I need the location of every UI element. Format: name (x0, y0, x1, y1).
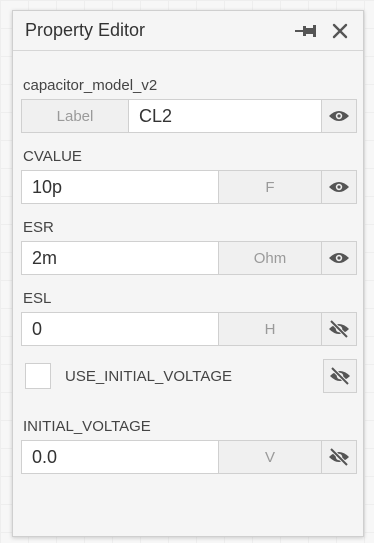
initial-voltage-input[interactable]: 0.0 (22, 441, 219, 473)
param-name-initial-voltage: INITIAL_VOLTAGE (23, 418, 151, 435)
label-caption: Label (22, 100, 129, 132)
pin-icon (295, 24, 316, 37)
esl-input[interactable]: 0 (22, 313, 219, 345)
eye-off-icon (330, 367, 350, 385)
param-row-initial-voltage: 0.0 V (21, 440, 357, 474)
eye-off-icon (329, 320, 349, 338)
initial-voltage-visibility-toggle[interactable] (322, 441, 356, 473)
eye-icon (329, 111, 349, 121)
param-name-esr: ESR (23, 219, 54, 236)
param-name-esl: ESL (23, 290, 52, 307)
initial-voltage-unit: V (219, 441, 322, 473)
param-name-cvalue: CVALUE (23, 148, 82, 165)
pin-button[interactable] (289, 16, 323, 46)
model-name: capacitor_model_v2 (23, 77, 158, 94)
cvalue-unit: F (219, 171, 322, 203)
cvalue-input[interactable]: 10p (22, 171, 219, 203)
panel-title: Property Editor (25, 20, 146, 40)
eye-icon (329, 253, 349, 263)
esr-visibility-toggle[interactable] (322, 242, 356, 274)
use-initial-voltage-visibility-toggle[interactable] (323, 359, 357, 393)
eye-off-icon (329, 448, 349, 466)
panel-titlebar: Property Editor (13, 11, 363, 51)
esl-visibility-toggle[interactable] (322, 313, 356, 345)
esr-unit: Ohm (219, 242, 322, 274)
label-row: Label CL2 (21, 99, 357, 133)
use-initial-voltage-checkbox[interactable] (25, 363, 51, 389)
close-icon (332, 23, 348, 38)
param-row-esl: 0 H (21, 312, 357, 346)
label-visibility-toggle[interactable] (322, 100, 356, 132)
label-value-field[interactable]: CL2 (129, 100, 322, 132)
param-row-cvalue: 10p F (21, 170, 357, 204)
use-initial-voltage-row: USE_INITIAL_VOLTAGE (21, 356, 357, 396)
close-button[interactable] (323, 16, 357, 46)
property-editor-panel: Property Editor capacitor_model_v2 Label… (12, 10, 364, 537)
param-row-esr: 2m Ohm (21, 241, 357, 275)
use-initial-voltage-label: USE_INITIAL_VOLTAGE (65, 367, 232, 385)
cvalue-visibility-toggle[interactable] (322, 171, 356, 203)
esl-unit: H (219, 313, 322, 345)
eye-icon (329, 182, 349, 192)
esr-input[interactable]: 2m (22, 242, 219, 274)
